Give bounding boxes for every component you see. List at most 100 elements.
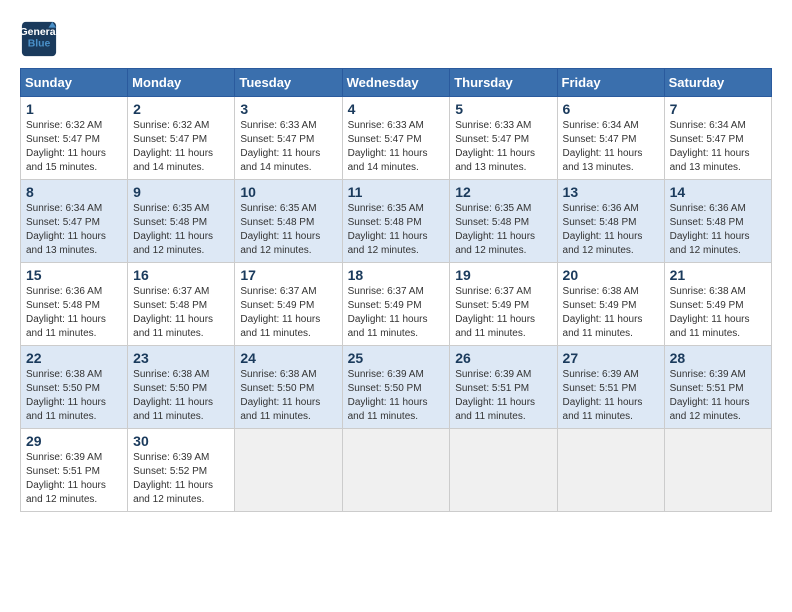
calendar-day-cell: 28 Sunrise: 6:39 AM Sunset: 5:51 PM Dayli…	[664, 346, 771, 429]
day-info: Sunrise: 6:39 AM Sunset: 5:52 PM Dayligh…	[133, 451, 229, 507]
day-number: 25	[348, 350, 445, 366]
weekday-header: Saturday	[664, 69, 771, 97]
day-number: 23	[133, 350, 229, 366]
day-number: 13	[563, 184, 659, 200]
calendar-day-cell: 4 Sunrise: 6:33 AM Sunset: 5:47 PM Daylig…	[342, 97, 450, 180]
day-number: 29	[26, 433, 122, 449]
day-info: Sunrise: 6:38 AM Sunset: 5:50 PM Dayligh…	[133, 368, 229, 424]
day-info: Sunrise: 6:32 AM Sunset: 5:47 PM Dayligh…	[133, 119, 229, 175]
calendar-week-row: 15 Sunrise: 6:36 AM Sunset: 5:48 PM Dayli…	[21, 263, 772, 346]
day-info: Sunrise: 6:39 AM Sunset: 5:51 PM Dayligh…	[563, 368, 659, 424]
calendar-week-row: 22 Sunrise: 6:38 AM Sunset: 5:50 PM Dayli…	[21, 346, 772, 429]
calendar-day-cell: 18 Sunrise: 6:37 AM Sunset: 5:49 PM Dayli…	[342, 263, 450, 346]
weekday-header: Wednesday	[342, 69, 450, 97]
day-number: 2	[133, 101, 229, 117]
day-number: 9	[133, 184, 229, 200]
day-number: 18	[348, 267, 445, 283]
day-number: 7	[670, 101, 766, 117]
calendar-day-cell: 14Sunrise: 6:36 AM Sunset: 5:48 PM Dayli…	[664, 180, 771, 263]
day-info: Sunrise: 6:32 AM Sunset: 5:47 PM Dayligh…	[26, 119, 122, 175]
day-number: 22	[26, 350, 122, 366]
day-number: 6	[563, 101, 659, 117]
day-info: Sunrise: 6:34 AM Sunset: 5:47 PM Dayligh…	[563, 119, 659, 175]
day-number: 19	[455, 267, 551, 283]
calendar-day-cell: 10 Sunrise: 6:35 AM Sunset: 5:48 PM Dayli…	[235, 180, 342, 263]
calendar-day-cell: 24 Sunrise: 6:38 AM Sunset: 5:50 PM Dayli…	[235, 346, 342, 429]
day-info: Sunrise: 6:37 AM Sunset: 5:49 PM Dayligh…	[348, 285, 445, 341]
calendar-day-cell: 27 Sunrise: 6:39 AM Sunset: 5:51 PM Dayli…	[557, 346, 664, 429]
day-number: 16	[133, 267, 229, 283]
calendar-day-cell: 11Sunrise: 6:35 AM Sunset: 5:48 PM Dayli…	[342, 180, 450, 263]
day-info: Sunrise: 6:38 AM Sunset: 5:50 PM Dayligh…	[26, 368, 122, 424]
calendar-day-cell: 15 Sunrise: 6:36 AM Sunset: 5:48 PM Dayli…	[21, 263, 128, 346]
calendar-day-cell: 21 Sunrise: 6:38 AM Sunset: 5:49 PM Dayli…	[664, 263, 771, 346]
day-info: Sunrise: 6:35 AM Sunset: 5:48 PM Dayligh…	[240, 202, 336, 258]
day-info: Sunrise: 6:33 AM Sunset: 5:47 PM Dayligh…	[348, 119, 445, 175]
day-info: Sunrise: 6:39 AM Sunset: 5:51 PM Dayligh…	[455, 368, 551, 424]
calendar-day-cell: 13Sunrise: 6:36 AM Sunset: 5:48 PM Dayli…	[557, 180, 664, 263]
day-number: 15	[26, 267, 122, 283]
day-info: Sunrise: 6:39 AM Sunset: 5:51 PM Dayligh…	[670, 368, 766, 424]
calendar-day-cell: 5 Sunrise: 6:33 AM Sunset: 5:47 PM Daylig…	[450, 97, 557, 180]
svg-text:Blue: Blue	[28, 39, 51, 50]
day-number: 14	[670, 184, 766, 200]
page-header: General Blue	[20, 20, 772, 58]
day-number: 10	[240, 184, 336, 200]
calendar-day-cell: 6 Sunrise: 6:34 AM Sunset: 5:47 PM Daylig…	[557, 97, 664, 180]
day-info: Sunrise: 6:38 AM Sunset: 5:49 PM Dayligh…	[670, 285, 766, 341]
day-info: Sunrise: 6:35 AM Sunset: 5:48 PM Dayligh…	[133, 202, 229, 258]
calendar-day-cell: 7 Sunrise: 6:34 AM Sunset: 5:47 PM Daylig…	[664, 97, 771, 180]
calendar-day-cell	[450, 429, 557, 512]
weekday-header: Tuesday	[235, 69, 342, 97]
day-number: 4	[348, 101, 445, 117]
day-info: Sunrise: 6:38 AM Sunset: 5:49 PM Dayligh…	[563, 285, 659, 341]
day-number: 28	[670, 350, 766, 366]
day-number: 11	[348, 184, 445, 200]
day-info: Sunrise: 6:33 AM Sunset: 5:47 PM Dayligh…	[455, 119, 551, 175]
calendar-day-cell: 2 Sunrise: 6:32 AM Sunset: 5:47 PM Daylig…	[128, 97, 235, 180]
weekday-header-row: SundayMondayTuesdayWednesdayThursdayFrid…	[21, 69, 772, 97]
calendar-day-cell: 8 Sunrise: 6:34 AM Sunset: 5:47 PM Daylig…	[21, 180, 128, 263]
weekday-header: Friday	[557, 69, 664, 97]
weekday-header: Monday	[128, 69, 235, 97]
calendar-table: SundayMondayTuesdayWednesdayThursdayFrid…	[20, 68, 772, 512]
day-number: 8	[26, 184, 122, 200]
day-number: 27	[563, 350, 659, 366]
day-info: Sunrise: 6:34 AM Sunset: 5:47 PM Dayligh…	[670, 119, 766, 175]
calendar-week-row: 8 Sunrise: 6:34 AM Sunset: 5:47 PM Daylig…	[21, 180, 772, 263]
calendar-day-cell: 29 Sunrise: 6:39 AM Sunset: 5:51 PM Dayli…	[21, 429, 128, 512]
calendar-day-cell	[235, 429, 342, 512]
day-number: 12	[455, 184, 551, 200]
logo: General Blue	[20, 20, 58, 58]
calendar-week-row: 1 Sunrise: 6:32 AM Sunset: 5:47 PM Daylig…	[21, 97, 772, 180]
calendar-day-cell: 22 Sunrise: 6:38 AM Sunset: 5:50 PM Dayli…	[21, 346, 128, 429]
calendar-day-cell: 9 Sunrise: 6:35 AM Sunset: 5:48 PM Daylig…	[128, 180, 235, 263]
day-info: Sunrise: 6:39 AM Sunset: 5:51 PM Dayligh…	[26, 451, 122, 507]
logo-icon: General Blue	[20, 20, 58, 58]
day-number: 20	[563, 267, 659, 283]
day-info: Sunrise: 6:38 AM Sunset: 5:50 PM Dayligh…	[240, 368, 336, 424]
day-info: Sunrise: 6:39 AM Sunset: 5:50 PM Dayligh…	[348, 368, 445, 424]
day-number: 3	[240, 101, 336, 117]
calendar-day-cell: 20 Sunrise: 6:38 AM Sunset: 5:49 PM Dayli…	[557, 263, 664, 346]
weekday-header: Thursday	[450, 69, 557, 97]
calendar-day-cell: 26 Sunrise: 6:39 AM Sunset: 5:51 PM Dayli…	[450, 346, 557, 429]
day-number: 1	[26, 101, 122, 117]
calendar-day-cell: 12Sunrise: 6:35 AM Sunset: 5:48 PM Dayli…	[450, 180, 557, 263]
day-number: 26	[455, 350, 551, 366]
calendar-day-cell	[664, 429, 771, 512]
day-number: 17	[240, 267, 336, 283]
calendar-day-cell: 30 Sunrise: 6:39 AM Sunset: 5:52 PM Dayli…	[128, 429, 235, 512]
day-info: Sunrise: 6:34 AM Sunset: 5:47 PM Dayligh…	[26, 202, 122, 258]
day-info: Sunrise: 6:37 AM Sunset: 5:49 PM Dayligh…	[455, 285, 551, 341]
day-info: Sunrise: 6:33 AM Sunset: 5:47 PM Dayligh…	[240, 119, 336, 175]
calendar-day-cell	[342, 429, 450, 512]
calendar-day-cell: 17Sunrise: 6:37 AM Sunset: 5:49 PM Dayli…	[235, 263, 342, 346]
day-number: 30	[133, 433, 229, 449]
day-info: Sunrise: 6:36 AM Sunset: 5:48 PM Dayligh…	[26, 285, 122, 341]
day-number: 21	[670, 267, 766, 283]
calendar-day-cell	[557, 429, 664, 512]
weekday-header: Sunday	[21, 69, 128, 97]
day-number: 5	[455, 101, 551, 117]
day-number: 24	[240, 350, 336, 366]
